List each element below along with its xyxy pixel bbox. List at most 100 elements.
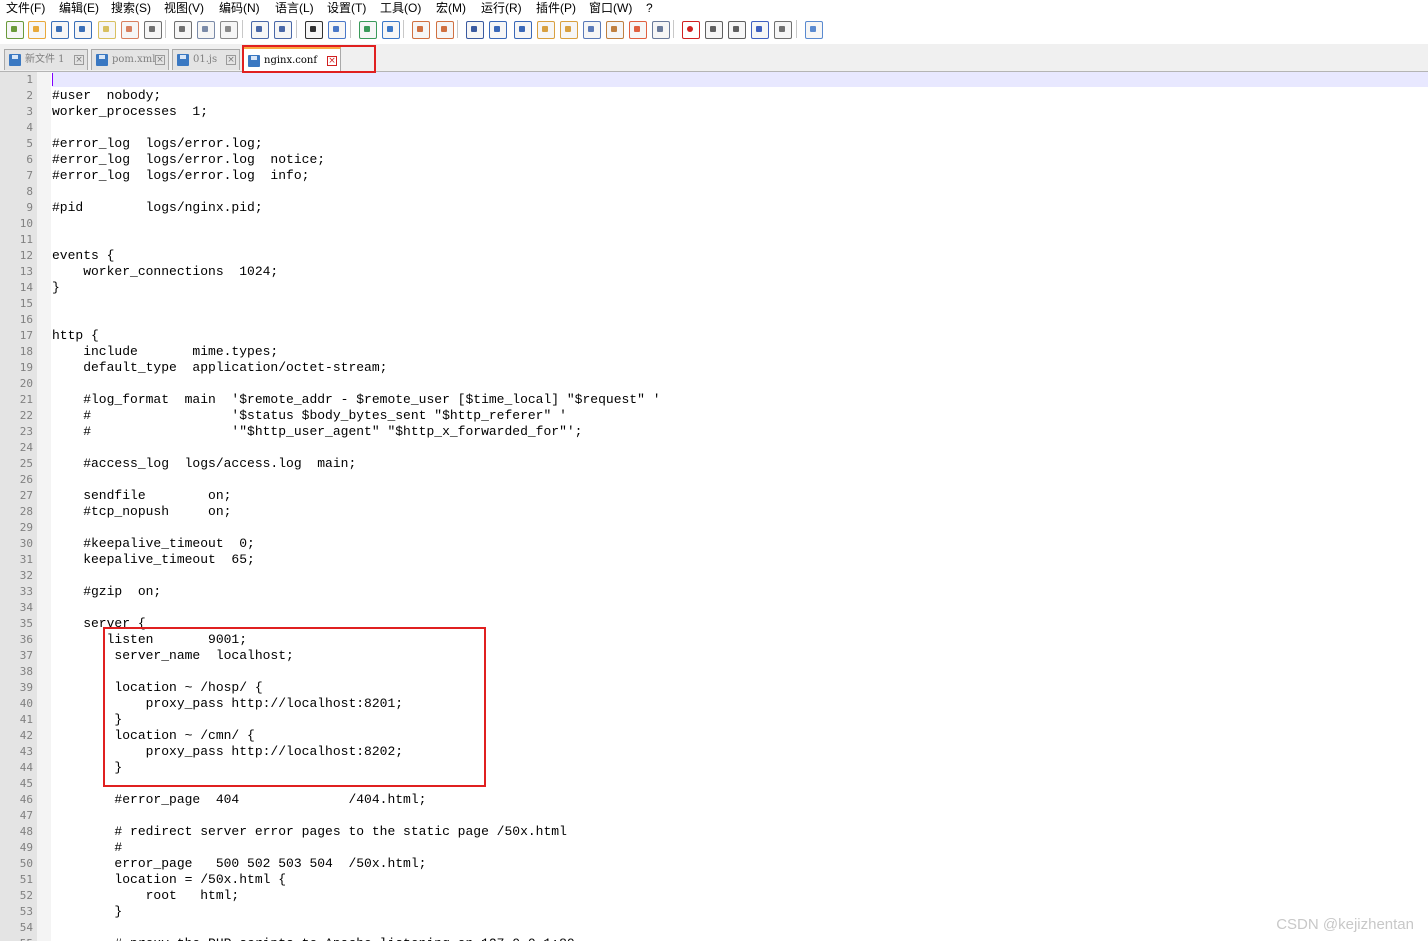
code-line[interactable]: #gzip on; (52, 584, 161, 600)
close-tab-icon[interactable]: × (226, 55, 236, 65)
code-line[interactable]: } (52, 280, 60, 296)
menu-item-12[interactable]: ? (646, 0, 653, 16)
code-line[interactable]: keepalive_timeout 65; (52, 552, 255, 568)
sync-vertical-icon[interactable] (412, 21, 430, 39)
code-line[interactable]: } (52, 760, 122, 776)
tab-01-js[interactable]: 01.js × (172, 49, 240, 70)
code-line[interactable]: proxy_pass http://localhost:8202; (52, 744, 403, 760)
zoom-out-icon[interactable] (382, 21, 400, 39)
sync-horizontal-icon[interactable] (436, 21, 454, 39)
code-line[interactable]: worker_connections 1024; (52, 264, 278, 280)
code-line[interactable]: proxy_pass http://localhost:8201; (52, 696, 403, 712)
code-line[interactable]: #tcp_nopush on; (52, 504, 231, 520)
record-macro-icon[interactable] (682, 21, 700, 39)
menu-item-6[interactable]: 设置(T) (327, 0, 366, 16)
editor-area[interactable]: 1 2 #user nobody; 3 worker_processes 1; 4 5 #er… (0, 72, 1428, 941)
code-line[interactable]: #access_log logs/access.log main; (52, 456, 356, 472)
open-file-icon[interactable] (28, 21, 46, 39)
tab-pom-xml[interactable]: pom.xml × (91, 49, 169, 70)
close-icon[interactable] (98, 21, 116, 39)
save-status-icon (177, 54, 189, 66)
code-line[interactable]: default_type application/octet-stream; (52, 360, 387, 376)
word-wrap-icon[interactable] (466, 21, 484, 39)
fold-margin[interactable] (37, 72, 51, 941)
code-line[interactable]: include mime.types; (52, 344, 278, 360)
close-all-icon[interactable] (121, 21, 139, 39)
save-macro-icon[interactable] (774, 21, 792, 39)
menu-item-1[interactable]: 编辑(E) (59, 0, 99, 16)
save-all-icon[interactable] (74, 21, 92, 39)
function-list-icon[interactable] (583, 21, 601, 39)
code-line[interactable]: location ~ /cmn/ { (52, 728, 254, 744)
menu-item-8[interactable]: 宏(M) (436, 0, 466, 16)
print-icon[interactable] (144, 21, 162, 39)
toolbar-separator (457, 20, 458, 38)
code-line[interactable]: # '$status $body_bytes_sent "$http_refer… (52, 408, 567, 424)
code-line[interactable]: #log_format main '$remote_addr - $remote… (52, 392, 660, 408)
folder-workspace-icon[interactable] (606, 21, 624, 39)
code-line[interactable]: } (52, 712, 122, 728)
indent-guide-icon[interactable] (514, 21, 532, 39)
code-line[interactable]: #error_log logs/error.log notice; (52, 152, 325, 168)
tab-nginx-conf[interactable]: nginx.conf × (243, 47, 341, 72)
line-number: 34 (19, 601, 33, 614)
find-icon[interactable] (305, 21, 323, 39)
code-line[interactable]: #pid logs/nginx.pid; (52, 200, 263, 216)
code-line[interactable]: location ~ /hosp/ { (52, 680, 262, 696)
code-line[interactable]: sendfile on; (52, 488, 231, 504)
code-line[interactable]: events { (52, 248, 114, 264)
code-line[interactable]: server { (52, 616, 145, 632)
run-macro-multiple-icon[interactable] (751, 21, 769, 39)
play-macro-icon[interactable] (728, 21, 746, 39)
menu-item-7[interactable]: 工具(O) (380, 0, 421, 16)
menu-item-2[interactable]: 搜索(S) (111, 0, 151, 16)
line-number: 5 (26, 137, 33, 150)
code-line[interactable]: listen 9001; (52, 632, 247, 648)
redo-icon[interactable] (274, 21, 292, 39)
paste-icon[interactable] (220, 21, 238, 39)
code-line[interactable]: } (52, 904, 122, 920)
line-number: 35 (19, 617, 33, 630)
menu-item-3[interactable]: 视图(V) (164, 0, 204, 16)
close-tab-icon[interactable]: × (155, 55, 165, 65)
code-line[interactable]: worker_processes 1; (52, 104, 208, 120)
code-line[interactable]: root html; (52, 888, 240, 904)
undo-icon[interactable] (251, 21, 269, 39)
spell-icon[interactable] (805, 21, 823, 39)
lang-icon[interactable] (537, 21, 555, 39)
menu-item-4[interactable]: 编码(N) (219, 0, 260, 16)
menu-item-10[interactable]: 插件(P) (536, 0, 576, 16)
replace-icon[interactable] (328, 21, 346, 39)
code-line[interactable]: #keepalive_timeout 0; (52, 536, 255, 552)
menu-item-11[interactable]: 窗口(W) (589, 0, 632, 16)
code-line[interactable]: #error_log logs/error.log info; (52, 168, 309, 184)
close-tab-icon[interactable]: × (327, 56, 337, 66)
code-line[interactable]: #error_page 404 /404.html; (52, 792, 426, 808)
new-file-icon[interactable] (6, 21, 24, 39)
code-line[interactable]: location = /50x.html { (52, 872, 286, 888)
code-line[interactable]: http { (52, 328, 99, 344)
code-line[interactable]: # proxy the PHP scripts to Apache listen… (52, 936, 574, 941)
menu-item-9[interactable]: 运行(R) (481, 0, 522, 16)
folder-icon[interactable] (629, 21, 647, 39)
code-line[interactable]: # redirect server error pages to the sta… (52, 824, 566, 840)
code-line[interactable]: error_page 500 502 503 504 /50x.html; (52, 856, 426, 872)
show-all-chars-icon[interactable] (489, 21, 507, 39)
code-line[interactable]: #user nobody; (52, 88, 161, 104)
code-line[interactable]: # (52, 840, 122, 856)
cut-icon[interactable] (174, 21, 192, 39)
close-tab-icon[interactable]: × (74, 55, 84, 65)
code-line[interactable]: server_name localhost; (52, 648, 293, 664)
code-line[interactable]: #error_log logs/error.log; (52, 136, 263, 152)
stop-macro-icon[interactable] (705, 21, 723, 39)
code-line[interactable]: # '"$http_user_agent" "$http_x_forwarded… (52, 424, 582, 440)
tab-new-file-1[interactable]: 新文件 1 × (4, 49, 88, 70)
doc-map-icon[interactable] (560, 21, 578, 39)
menu-item-0[interactable]: 文件(F) (6, 0, 45, 16)
save-icon[interactable] (51, 21, 69, 39)
monitor-icon[interactable] (652, 21, 670, 39)
tab-label: 01.js (193, 54, 218, 65)
menu-item-5[interactable]: 语言(L) (275, 0, 314, 16)
copy-icon[interactable] (197, 21, 215, 39)
zoom-in-icon[interactable] (359, 21, 377, 39)
